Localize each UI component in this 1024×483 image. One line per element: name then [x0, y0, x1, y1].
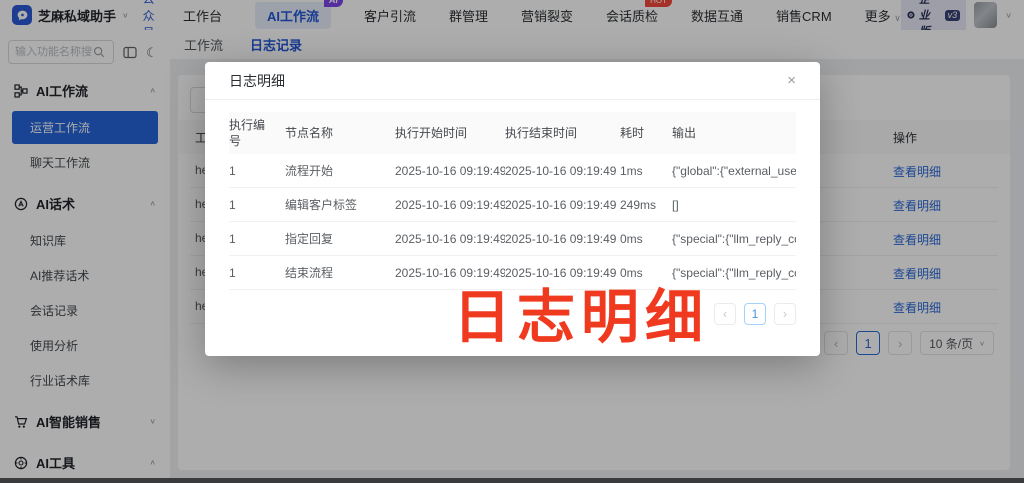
column-header: 耗时	[620, 120, 672, 146]
close-icon[interactable]: ×	[787, 73, 796, 88]
node-name-cell: 结束流程	[285, 264, 395, 281]
modal-header: 日志明细 ×	[205, 62, 820, 100]
column-header: 输出	[672, 120, 796, 146]
start-time-cell: 2025-10-16 09:19:49	[395, 164, 505, 178]
end-time-cell: 2025-10-16 09:19:49	[505, 198, 620, 212]
exec-no-cell: 1	[229, 232, 285, 246]
exec-no-cell: 1	[229, 164, 285, 178]
column-header: 执行结束时间	[505, 120, 620, 146]
duration-cell: 1ms	[620, 164, 672, 178]
table-row: 1 指定回复 2025-10-16 09:19:49 2025-10-16 09…	[229, 222, 796, 256]
node-name-cell: 编辑客户标签	[285, 196, 395, 213]
table-row: 1 流程开始 2025-10-16 09:19:49 2025-10-16 09…	[229, 154, 796, 188]
output-cell: {"global":{"external_userid":"...	[672, 164, 796, 178]
log-detail-modal: 日志明细 × 执行编号 节点名称 执行开始时间 执行结束时间 耗时 输出 1 流…	[205, 62, 820, 356]
start-time-cell: 2025-10-16 09:19:49	[395, 198, 505, 212]
node-name-cell: 流程开始	[285, 162, 395, 179]
node-name-cell: 指定回复	[285, 230, 395, 247]
start-time-cell: 2025-10-16 09:19:49	[395, 266, 505, 280]
duration-cell: 0ms	[620, 266, 672, 280]
prev-page-button[interactable]: ‹	[714, 303, 736, 325]
output-cell: {"special":{"llm_reply_content...	[672, 232, 796, 246]
next-page-button[interactable]: ›	[774, 303, 796, 325]
modal-pagination: ‹ 1 ›	[229, 303, 796, 325]
modal-title: 日志明细	[229, 71, 285, 91]
app: 芝麻私域助手 ∨ 公众号 工作台 AI工作流 AI 客户引流 群管理 营销裂变 …	[0, 0, 1024, 483]
exec-no-cell: 1	[229, 198, 285, 212]
current-page-button[interactable]: 1	[744, 303, 766, 325]
output-cell: {"special":{"llm_reply_content...	[672, 266, 796, 280]
end-time-cell: 2025-10-16 09:19:49	[505, 266, 620, 280]
end-time-cell: 2025-10-16 09:19:49	[505, 164, 620, 178]
duration-cell: 0ms	[620, 232, 672, 246]
table-row: 1 结束流程 2025-10-16 09:19:49 2025-10-16 09…	[229, 256, 796, 290]
start-time-cell: 2025-10-16 09:19:49	[395, 232, 505, 246]
output-cell: []	[672, 198, 796, 212]
column-header: 执行编号	[229, 112, 285, 154]
table-row: 1 编辑客户标签 2025-10-16 09:19:49 2025-10-16 …	[229, 188, 796, 222]
exec-no-cell: 1	[229, 266, 285, 280]
duration-cell: 249ms	[620, 198, 672, 212]
end-time-cell: 2025-10-16 09:19:49	[505, 232, 620, 246]
modal-table-header: 执行编号 节点名称 执行开始时间 执行结束时间 耗时 输出	[229, 112, 796, 154]
column-header: 执行开始时间	[395, 120, 505, 146]
column-header: 节点名称	[285, 120, 395, 146]
modal-body: 执行编号 节点名称 执行开始时间 执行结束时间 耗时 输出 1 流程开始 202…	[205, 100, 820, 325]
